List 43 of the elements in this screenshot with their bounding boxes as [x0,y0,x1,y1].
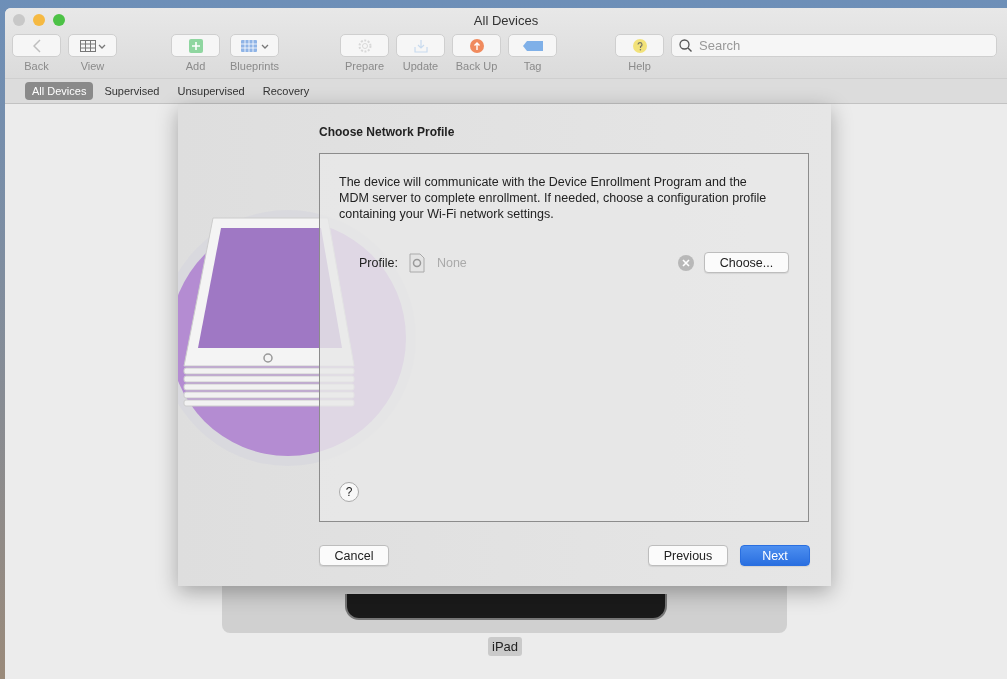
upload-circle-icon [469,38,484,53]
toolbar-label: Add [185,60,206,72]
toolbar-label: Blueprints [230,60,279,72]
blueprint-grid-icon [240,39,269,52]
toolbar-label: Back [24,60,49,72]
toolbar-button[interactable] [508,34,557,57]
filter-tab[interactable]: Recovery [255,82,317,100]
filter-tab[interactable]: Supervised [97,82,167,100]
question-circle-icon [632,38,647,53]
profile-value: None [436,255,468,270]
zoom-button[interactable] [53,14,65,26]
close-button[interactable] [13,14,25,26]
search-field[interactable]: Search [671,34,997,57]
toolbar-label: Update [402,60,439,72]
toolbar-label: Prepare [344,60,385,72]
clear-icon[interactable] [678,254,694,271]
toolbar-button[interactable] [68,34,117,57]
toolbar-button[interactable] [452,34,501,57]
minimize-button[interactable] [33,14,45,26]
grid-view-icon [79,39,106,52]
toolbar-label: Help [628,60,651,72]
toolbar-label: Tag [523,60,542,72]
toolbar-button[interactable] [230,34,279,57]
previous-button[interactable]: Previous [648,545,728,566]
download-tray-icon [413,38,428,53]
dialog-title: Choose Network Profile [319,125,455,139]
cancel-button[interactable]: Cancel [319,545,389,566]
toolbar-label: Back Up [455,60,498,72]
profile-label: Profile: [359,255,398,270]
chevron-left-icon [32,38,41,53]
help-button[interactable]: ? [339,482,359,502]
profile-document-icon [408,252,425,273]
tag-icon [522,40,543,51]
window-title: All Devices [473,12,539,28]
next-button[interactable]: Next [740,545,810,566]
gear-icon [357,38,372,53]
toolbar-label: View [80,60,105,72]
choose-button[interactable]: Choose... [704,252,789,273]
description-text: The device will communicate with the Device Enrollment Program and the MDM server to complete enrollment. If needed, choose a configuration profile containing your Wi-Fi network settings. [339,174,768,222]
device-name: iPad [488,637,523,656]
filter-tab[interactable]: Unsupervised [170,82,252,100]
search-icon [679,39,692,52]
plus-icon [188,38,203,53]
